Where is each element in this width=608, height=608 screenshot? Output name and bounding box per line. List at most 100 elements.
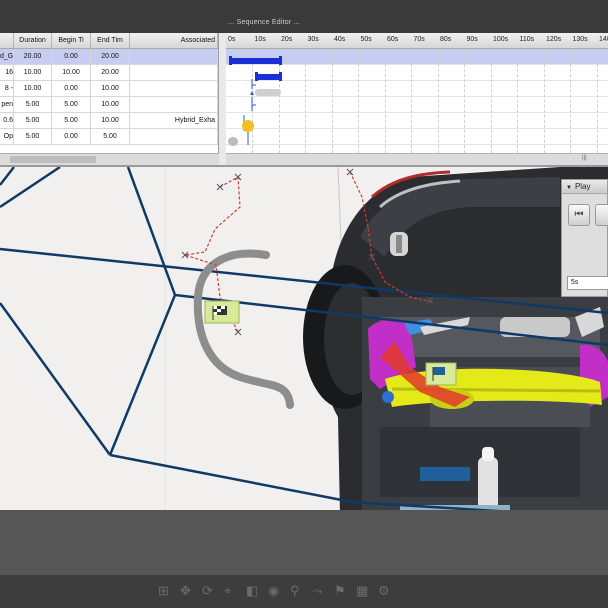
associated-cell[interactable] xyxy=(130,65,218,80)
ruler-tick-label: 120s xyxy=(546,36,562,43)
section-tool-icon[interactable]: ◧ xyxy=(246,583,258,599)
settings-tool-icon[interactable]: ⚙ xyxy=(378,583,390,599)
play-panel-title: Play xyxy=(574,182,591,191)
table-header: Duration Begin Ti End Tim Associated xyxy=(0,33,218,49)
3d-viewport[interactable] xyxy=(0,167,608,515)
end-time-cell[interactable]: 5.00 xyxy=(91,129,130,144)
camera-tool-icon[interactable]: ◉ xyxy=(268,583,279,599)
timeline-gridline xyxy=(384,49,386,153)
timeline-gantt[interactable]: 0s 10s 20s 30s 40s 50s 60s 70s 80s 90s 100s 110s 120… xyxy=(226,33,608,153)
table-row[interactable]: 0.6 5.00 5.00 10.00 Hybrid_Exha xyxy=(0,113,218,129)
rotate-tool-icon[interactable]: ⟳ xyxy=(202,583,213,599)
ruler-tick-label: 40s xyxy=(334,36,346,43)
timeline-gridline xyxy=(517,49,518,153)
end-time-cell[interactable]: 10.00 xyxy=(91,81,130,96)
timeline-gridline xyxy=(596,49,598,153)
ruler-tick-label: 100s xyxy=(493,36,509,43)
time-field[interactable]: 5s xyxy=(567,276,608,290)
ruler-tick-label: 50s xyxy=(360,36,372,43)
grid-tool-icon[interactable]: ▦ xyxy=(356,583,368,599)
ruler-tick-label: 80s xyxy=(440,36,452,43)
begin-time-cell[interactable]: 5.00 xyxy=(52,97,91,112)
checkpoint-flag-icon[interactable] xyxy=(425,362,457,386)
scroll-grip[interactable]: ||| xyxy=(582,155,587,161)
column-header-name[interactable] xyxy=(0,33,14,48)
associated-cell[interactable] xyxy=(130,97,218,112)
window-titlebar: ... Sequence Editor ... xyxy=(0,0,608,33)
timeline-gridline xyxy=(305,49,306,153)
viewport-lower-overlay xyxy=(0,510,608,575)
begin-time-cell[interactable]: 0.00 xyxy=(52,129,91,144)
row-name-cell[interactable]: 0.6 xyxy=(0,113,14,128)
move-tool-icon[interactable]: ✥ xyxy=(180,583,191,599)
timeline-gridline xyxy=(464,49,465,153)
ruler-tick-label: 30s xyxy=(307,36,319,43)
begin-time-cell[interactable]: 0.00 xyxy=(52,49,91,64)
select-tool-icon[interactable]: ⊞ xyxy=(158,583,169,599)
ruler-tick-label: 130s xyxy=(572,36,588,43)
table-row[interactable]: d_G 20.00 0.00 20.00 xyxy=(0,49,218,65)
ruler-tick-label: 140s xyxy=(599,36,608,43)
link-tool-icon[interactable]: ⚲ xyxy=(290,583,300,599)
table-row[interactable]: 8 -10.00 0.00 10.00 xyxy=(0,81,218,97)
sequence-editor-panel: Duration Begin Ti End Tim Associated d_G… xyxy=(0,33,608,167)
duration-cell[interactable]: 5.00 xyxy=(14,129,52,144)
end-time-cell[interactable]: 10.00 xyxy=(91,113,130,128)
measure-tool-icon[interactable]: ⌖ xyxy=(224,583,231,599)
tube-part[interactable] xyxy=(193,249,294,409)
row-name-cell[interactable]: 8 - xyxy=(0,81,14,96)
timeline-ruler[interactable]: 0s 10s 20s 30s 40s 50s 60s 70s 80s 90s 100s 110s 120… xyxy=(226,33,608,49)
duration-cell[interactable]: 10.00 xyxy=(14,65,52,80)
row-name-cell[interactable]: d_G xyxy=(0,49,14,64)
timeline-gridline xyxy=(437,49,439,153)
checkpoint-flag-icon[interactable] xyxy=(204,300,240,324)
timeline-gridline xyxy=(358,49,359,153)
timeline-event-marker[interactable] xyxy=(242,120,254,132)
associated-cell[interactable] xyxy=(130,129,218,144)
duration-cell[interactable]: 5.00 xyxy=(14,97,52,112)
column-header-associated[interactable]: Associated xyxy=(130,33,218,48)
ruler-tick-label: 110s xyxy=(519,36,535,43)
play-panel-header[interactable]: ▼ Play xyxy=(562,180,607,194)
column-header-begin-time[interactable]: Begin Ti xyxy=(52,33,91,48)
table-row[interactable]: pen 5.00 5.00 10.00 xyxy=(0,97,218,113)
ruler-tick-label: 60s xyxy=(387,36,399,43)
duration-cell[interactable]: 5.00 xyxy=(14,113,52,128)
ruler-tick-label: 10s xyxy=(254,36,266,43)
ruler-tick-label: 90s xyxy=(466,36,478,43)
timeline-gridline xyxy=(331,49,333,153)
sequence-table: Duration Begin Ti End Tim Associated d_G… xyxy=(0,33,219,153)
associated-cell[interactable] xyxy=(130,49,218,64)
timeline-event-marker[interactable] xyxy=(228,137,238,146)
begin-time-cell[interactable]: 10.00 xyxy=(52,65,91,80)
ruler-tick-label: 70s xyxy=(413,36,425,43)
path-tool-icon[interactable]: ⤳ xyxy=(312,583,322,599)
table-horizontal-scrollbar[interactable] xyxy=(0,153,219,165)
collapse-arrow-icon[interactable]: ▼ xyxy=(566,185,572,191)
play-panel[interactable]: ▼ Play ⏮ 5s xyxy=(561,179,608,297)
associated-cell[interactable] xyxy=(130,81,218,96)
step-back-button[interactable] xyxy=(595,204,608,226)
timeline-horizontal-scrollbar[interactable]: ||| xyxy=(226,153,608,165)
row-name-cell[interactable]: 16 xyxy=(0,65,14,80)
window-title: ... Sequence Editor ... xyxy=(228,19,300,26)
column-header-duration[interactable]: Duration xyxy=(14,33,52,48)
end-time-cell[interactable]: 20.00 xyxy=(91,65,130,80)
duration-cell[interactable]: 20.00 xyxy=(14,49,52,64)
table-scroll-thumb[interactable] xyxy=(10,156,96,163)
bottom-toolbar: ⊞ ✥ ⟳ ⌖ ◧ ◉ ⚲ ⤳ ⚑ ▦ ⚙ xyxy=(0,575,608,608)
flag-tool-icon[interactable]: ⚑ xyxy=(334,583,346,599)
table-row[interactable]: Op 5.00 0.00 5.00 xyxy=(0,129,218,145)
row-name-cell[interactable]: Op xyxy=(0,129,14,144)
column-header-end-time[interactable]: End Tim xyxy=(91,33,130,48)
table-row[interactable]: 16 10.00 10.00 20.00 xyxy=(0,65,218,81)
associated-cell[interactable]: Hybrid_Exha xyxy=(130,113,218,128)
ruler-tick-label: 0s xyxy=(228,36,236,43)
begin-time-cell[interactable]: 0.00 xyxy=(52,81,91,96)
begin-time-cell[interactable]: 5.00 xyxy=(52,113,91,128)
end-time-cell[interactable]: 10.00 xyxy=(91,97,130,112)
duration-cell[interactable]: 10.00 xyxy=(14,81,52,96)
end-time-cell[interactable]: 20.00 xyxy=(91,49,130,64)
row-name-cell[interactable]: pen xyxy=(0,97,14,112)
rewind-to-start-button[interactable]: ⏮ xyxy=(568,204,590,226)
